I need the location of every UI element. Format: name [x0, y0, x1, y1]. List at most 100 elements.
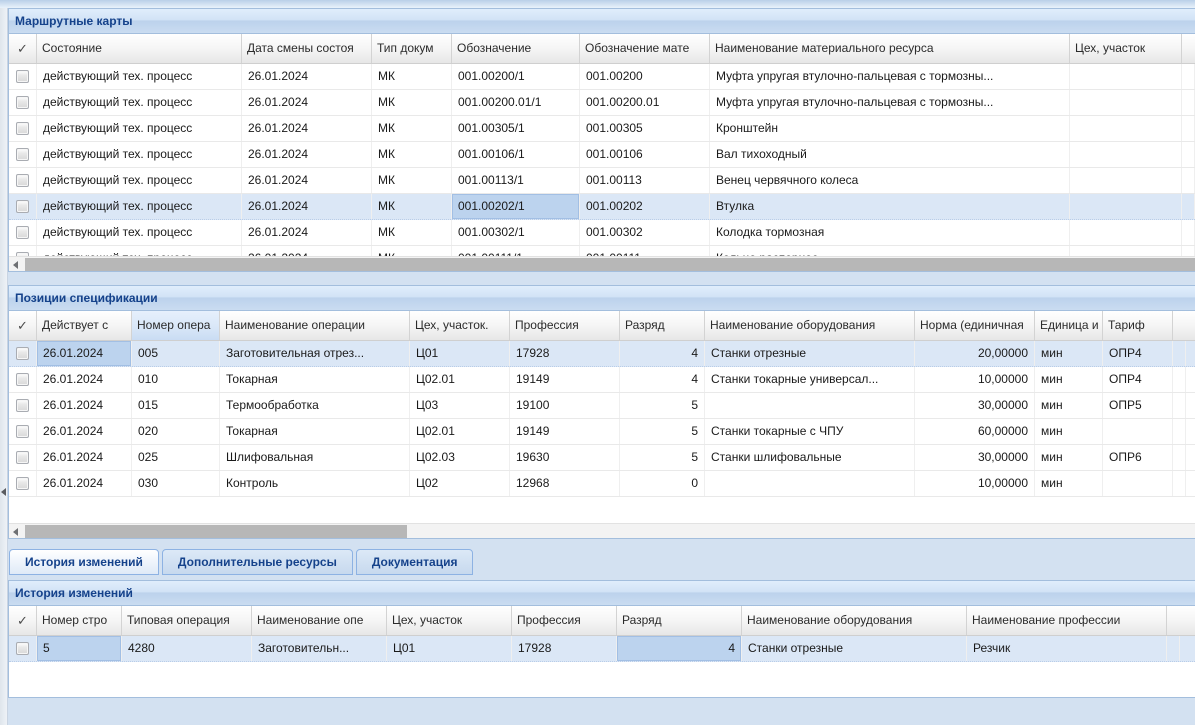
- history-panel: История изменений ✓Номер строТиповая опе…: [8, 580, 1195, 698]
- table-row[interactable]: 26.01.2024010ТокарнаяЦ02.01191494Станки …: [9, 367, 1195, 393]
- column-header[interactable]: Номер опера: [132, 311, 220, 340]
- grid-cell: Станки отрезные: [705, 341, 915, 366]
- scrollbar-thumb[interactable]: [25, 258, 1195, 271]
- row-checkbox[interactable]: [16, 200, 29, 213]
- row-filler: [1182, 246, 1195, 256]
- grid-cell: Муфта упругая втулочно-пальцевая с тормо…: [710, 64, 1070, 89]
- grid-cell: Ц03: [410, 393, 510, 418]
- grid-cell: Шлифовальная: [220, 445, 410, 470]
- column-header[interactable]: Профессия: [510, 311, 620, 340]
- grid-cell: Токарная: [220, 419, 410, 444]
- column-header[interactable]: Наименование профессии: [967, 606, 1167, 635]
- select-all-header[interactable]: ✓: [9, 606, 37, 635]
- column-header[interactable]: Цех, участок: [387, 606, 512, 635]
- grid-cell: 001.00202/1: [452, 194, 580, 219]
- table-row[interactable]: 26.01.2024005Заготовительная отрез...Ц01…: [9, 341, 1195, 367]
- row-checkbox[interactable]: [16, 642, 29, 655]
- scroll-left-arrow-icon[interactable]: [9, 257, 24, 272]
- table-row[interactable]: действующий тех. процесс26.01.2024МК001.…: [9, 168, 1195, 194]
- grid-empty-space: [9, 497, 1195, 523]
- row-checkbox[interactable]: [16, 347, 29, 360]
- route-maps-panel-title: Маршрутные карты: [9, 9, 1195, 34]
- grid-cell: 26.01.2024: [242, 246, 372, 256]
- column-header[interactable]: Тип докум: [372, 34, 452, 63]
- row-checkbox[interactable]: [16, 399, 29, 412]
- grid-cell: [1103, 419, 1173, 444]
- tab-inactive[interactable]: Дополнительные ресурсы: [162, 549, 353, 575]
- column-header[interactable]: Дата смены состоя: [242, 34, 372, 63]
- scroll-left-arrow-icon[interactable]: [9, 524, 24, 539]
- tab-active[interactable]: История изменений: [9, 549, 159, 575]
- tab-inactive[interactable]: Документация: [356, 549, 474, 575]
- row-checkbox[interactable]: [16, 477, 29, 490]
- table-row[interactable]: 54280Заготовительн...Ц01179284Станки отр…: [9, 636, 1195, 662]
- row-checkbox[interactable]: [16, 70, 29, 83]
- grid-cell: 26.01.2024: [37, 445, 132, 470]
- table-row[interactable]: 26.01.2024015ТермообработкаЦ0319100530,0…: [9, 393, 1195, 419]
- column-header[interactable]: Наименование опе: [252, 606, 387, 635]
- column-header[interactable]: Номер стро: [37, 606, 122, 635]
- row-checkbox[interactable]: [16, 148, 29, 161]
- row-checkbox[interactable]: [16, 174, 29, 187]
- grid-cell: мин: [1035, 367, 1103, 392]
- table-row[interactable]: 26.01.2024025ШлифовальнаяЦ02.03196305Ста…: [9, 445, 1195, 471]
- column-header[interactable]: Цех, участок.: [410, 311, 510, 340]
- column-header[interactable]: Наименование операции: [220, 311, 410, 340]
- table-row[interactable]: действующий тех. процесс26.01.2024МК001.…: [9, 220, 1195, 246]
- table-row[interactable]: действующий тех. процесс26.01.2024МК001.…: [9, 90, 1195, 116]
- row-checkbox[interactable]: [16, 226, 29, 239]
- table-row[interactable]: действующий тех. процесс26.01.2024МК001.…: [9, 142, 1195, 168]
- table-row[interactable]: 26.01.2024020ТокарнаяЦ02.01191495Станки …: [9, 419, 1195, 445]
- spec-positions-panel-title: Позиции спецификации: [9, 286, 1195, 311]
- row-filler: [1173, 367, 1186, 392]
- row-checkbox[interactable]: [16, 373, 29, 386]
- column-header[interactable]: Разряд: [617, 606, 742, 635]
- column-header[interactable]: Обозначение: [452, 34, 580, 63]
- splitter-collapse-icon[interactable]: [1, 488, 6, 496]
- main-content: Маршрутные карты ✓СостояниеДата смены со…: [8, 8, 1195, 698]
- spec-positions-hscrollbar[interactable]: [9, 523, 1195, 538]
- select-all-header[interactable]: ✓: [9, 311, 37, 340]
- table-row[interactable]: действующий тех. процесс26.01.2024МК001.…: [9, 246, 1195, 256]
- column-header[interactable]: Состояние: [37, 34, 242, 63]
- grid-cell: 001.00202: [580, 194, 710, 219]
- scrollbar-thumb[interactable]: [25, 525, 407, 538]
- column-header[interactable]: Профессия: [512, 606, 617, 635]
- column-header[interactable]: Обозначение мате: [580, 34, 710, 63]
- column-header[interactable]: Типовая операция: [122, 606, 252, 635]
- column-header[interactable]: Цех, участок: [1070, 34, 1182, 63]
- table-row[interactable]: действующий тех. процесс26.01.2024МК001.…: [9, 64, 1195, 90]
- column-header[interactable]: Действует с: [37, 311, 132, 340]
- grid-cell: 001.00113/1: [452, 168, 580, 193]
- route-maps-hscrollbar[interactable]: [9, 256, 1195, 271]
- column-header[interactable]: Единица и: [1035, 311, 1103, 340]
- table-row[interactable]: 26.01.2024030КонтрольЦ0212968010,00000ми…: [9, 471, 1195, 497]
- column-header[interactable]: Тариф: [1103, 311, 1173, 340]
- grid-cell: действующий тех. процесс: [37, 64, 242, 89]
- table-row[interactable]: действующий тех. процесс26.01.2024МК001.…: [9, 116, 1195, 142]
- row-checkbox[interactable]: [16, 451, 29, 464]
- table-row[interactable]: действующий тех. процесс26.01.2024МК001.…: [9, 194, 1195, 220]
- row-select-cell: [9, 471, 37, 496]
- grid-cell: 005: [132, 341, 220, 366]
- row-checkbox[interactable]: [16, 425, 29, 438]
- column-header[interactable]: Наименование оборудования: [705, 311, 915, 340]
- check-icon: ✓: [17, 318, 28, 333]
- select-all-header[interactable]: ✓: [9, 34, 37, 63]
- row-filler: [1173, 471, 1186, 496]
- grid-cell: действующий тех. процесс: [37, 90, 242, 115]
- grid-cell: МК: [372, 90, 452, 115]
- column-header[interactable]: Наименование материального ресурса: [710, 34, 1070, 63]
- column-header[interactable]: Разряд: [620, 311, 705, 340]
- grid-cell: Муфта упругая втулочно-пальцевая с тормо…: [710, 90, 1070, 115]
- row-filler: [1182, 142, 1195, 167]
- grid-cell: ОПР4: [1103, 367, 1173, 392]
- grid-cell: 5: [620, 419, 705, 444]
- row-checkbox[interactable]: [16, 96, 29, 109]
- column-header[interactable]: Норма (единичная: [915, 311, 1035, 340]
- grid-cell: Кольцо распорное: [710, 246, 1070, 256]
- grid-cell: 5: [37, 636, 122, 661]
- left-splitter[interactable]: [0, 8, 8, 725]
- row-checkbox[interactable]: [16, 122, 29, 135]
- column-header[interactable]: Наименование оборудования: [742, 606, 967, 635]
